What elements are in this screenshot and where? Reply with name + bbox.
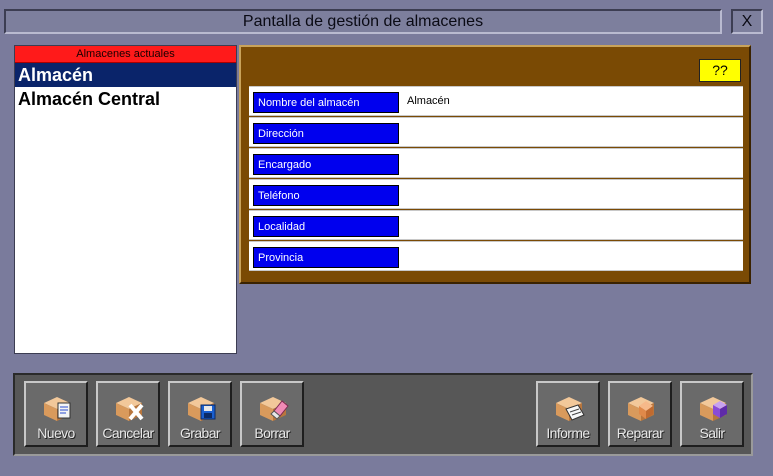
field-label-locality: Localidad — [253, 216, 399, 237]
cancel-button-label: Cancelar — [102, 425, 154, 441]
report-button[interactable]: Informe — [536, 381, 600, 447]
repair-button-label: Reparar — [616, 425, 664, 441]
save-button[interactable]: Grabar — [168, 381, 232, 447]
field-label-name: Nombre del almacén — [253, 92, 399, 113]
locality-field[interactable] — [407, 215, 737, 235]
new-button[interactable]: Nuevo — [24, 381, 88, 447]
exit-icon — [700, 397, 727, 421]
form-row-address: Dirección — [249, 117, 743, 147]
field-label-province: Provincia — [253, 247, 399, 268]
report-icon — [556, 397, 585, 421]
close-button[interactable]: X — [731, 9, 763, 34]
warehouse-form: ?? Nombre del almacén Dirección Encargad… — [239, 45, 751, 284]
field-label-phone: Teléfono — [253, 185, 399, 206]
action-toolbar: Nuevo Cancelar Grabar Borrar Informe Rep… — [13, 373, 753, 456]
new-document-icon — [44, 397, 71, 421]
field-label-manager: Encargado — [253, 154, 399, 175]
warehouse-list: Almacenes actuales Almacén Almacén Centr… — [14, 45, 237, 354]
warehouse-list-item[interactable]: Almacén — [15, 63, 236, 87]
repair-icon — [628, 397, 654, 421]
phone-field[interactable] — [407, 184, 737, 204]
erase-button[interactable]: Borrar — [240, 381, 304, 447]
manager-field[interactable] — [407, 153, 737, 173]
warehouse-list-header: Almacenes actuales — [15, 46, 236, 63]
save-button-label: Grabar — [180, 425, 221, 441]
warehouse-list-item[interactable]: Almacén Central — [15, 87, 236, 111]
erase-button-label: Borrar — [254, 425, 290, 441]
report-button-label: Informe — [546, 425, 590, 441]
form-row-name: Nombre del almacén — [249, 86, 743, 116]
erase-icon — [260, 397, 289, 421]
exit-button-label: Salir — [699, 425, 725, 441]
help-button[interactable]: ?? — [699, 59, 741, 82]
window-title: Pantalla de gestión de almacenes — [4, 9, 722, 34]
form-row-locality: Localidad — [249, 210, 743, 240]
new-button-label: Nuevo — [37, 425, 75, 441]
cancel-button[interactable]: Cancelar — [96, 381, 160, 447]
repair-button[interactable]: Reparar — [608, 381, 672, 447]
form-row-province: Provincia — [249, 241, 743, 271]
form-row-phone: Teléfono — [249, 179, 743, 209]
province-field[interactable] — [407, 246, 737, 266]
name-field[interactable] — [407, 91, 737, 111]
address-field[interactable] — [407, 122, 737, 142]
field-label-address: Dirección — [253, 123, 399, 144]
form-row-manager: Encargado — [249, 148, 743, 178]
save-icon — [188, 397, 216, 421]
cancel-icon — [116, 397, 144, 421]
exit-button[interactable]: Salir — [680, 381, 744, 447]
